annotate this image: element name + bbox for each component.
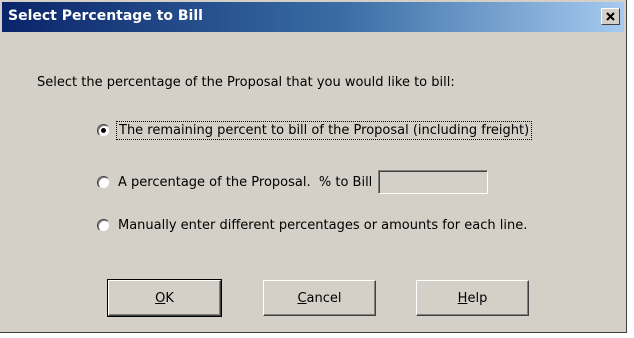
ok-mnemonic: O (155, 290, 166, 306)
prompt-text: Select the percentage of the Proposal th… (37, 75, 455, 90)
help-label-rest: elp (467, 290, 488, 306)
cancel-mnemonic: C (297, 290, 307, 306)
option-remaining-percent[interactable]: The remaining percent to bill of the Pro… (97, 121, 533, 140)
help-button[interactable]: Help (416, 280, 529, 316)
select-percentage-dialog: Select Percentage to Bill Select the per… (0, 0, 627, 333)
window-title: Select Percentage to Bill (8, 8, 203, 24)
option-remaining-percent-label: The remaining percent to bill of the Pro… (115, 121, 533, 140)
option-percentage-label: A percentage of the Proposal. % to Bill (118, 174, 373, 190)
radio-remaining-percent[interactable] (97, 124, 110, 137)
close-button[interactable] (601, 8, 620, 25)
help-mnemonic: H (457, 290, 468, 306)
option-manual-label: Manually enter different percentages or … (118, 218, 528, 233)
option-percentage[interactable]: A percentage of the Proposal. % to Bill (97, 170, 489, 194)
option-manual[interactable]: Manually enter different percentages or … (97, 218, 527, 233)
ok-label-rest: K (165, 290, 174, 306)
cancel-button[interactable]: Cancel (263, 280, 376, 316)
cancel-label-rest: ancel (306, 290, 342, 306)
percent-to-bill-input[interactable] (378, 170, 489, 194)
title-bar[interactable]: Select Percentage to Bill (2, 2, 624, 32)
radio-percentage[interactable] (97, 175, 110, 189)
radio-manual[interactable] (97, 219, 110, 232)
ok-button[interactable]: OK (107, 279, 222, 317)
close-icon (606, 12, 615, 21)
